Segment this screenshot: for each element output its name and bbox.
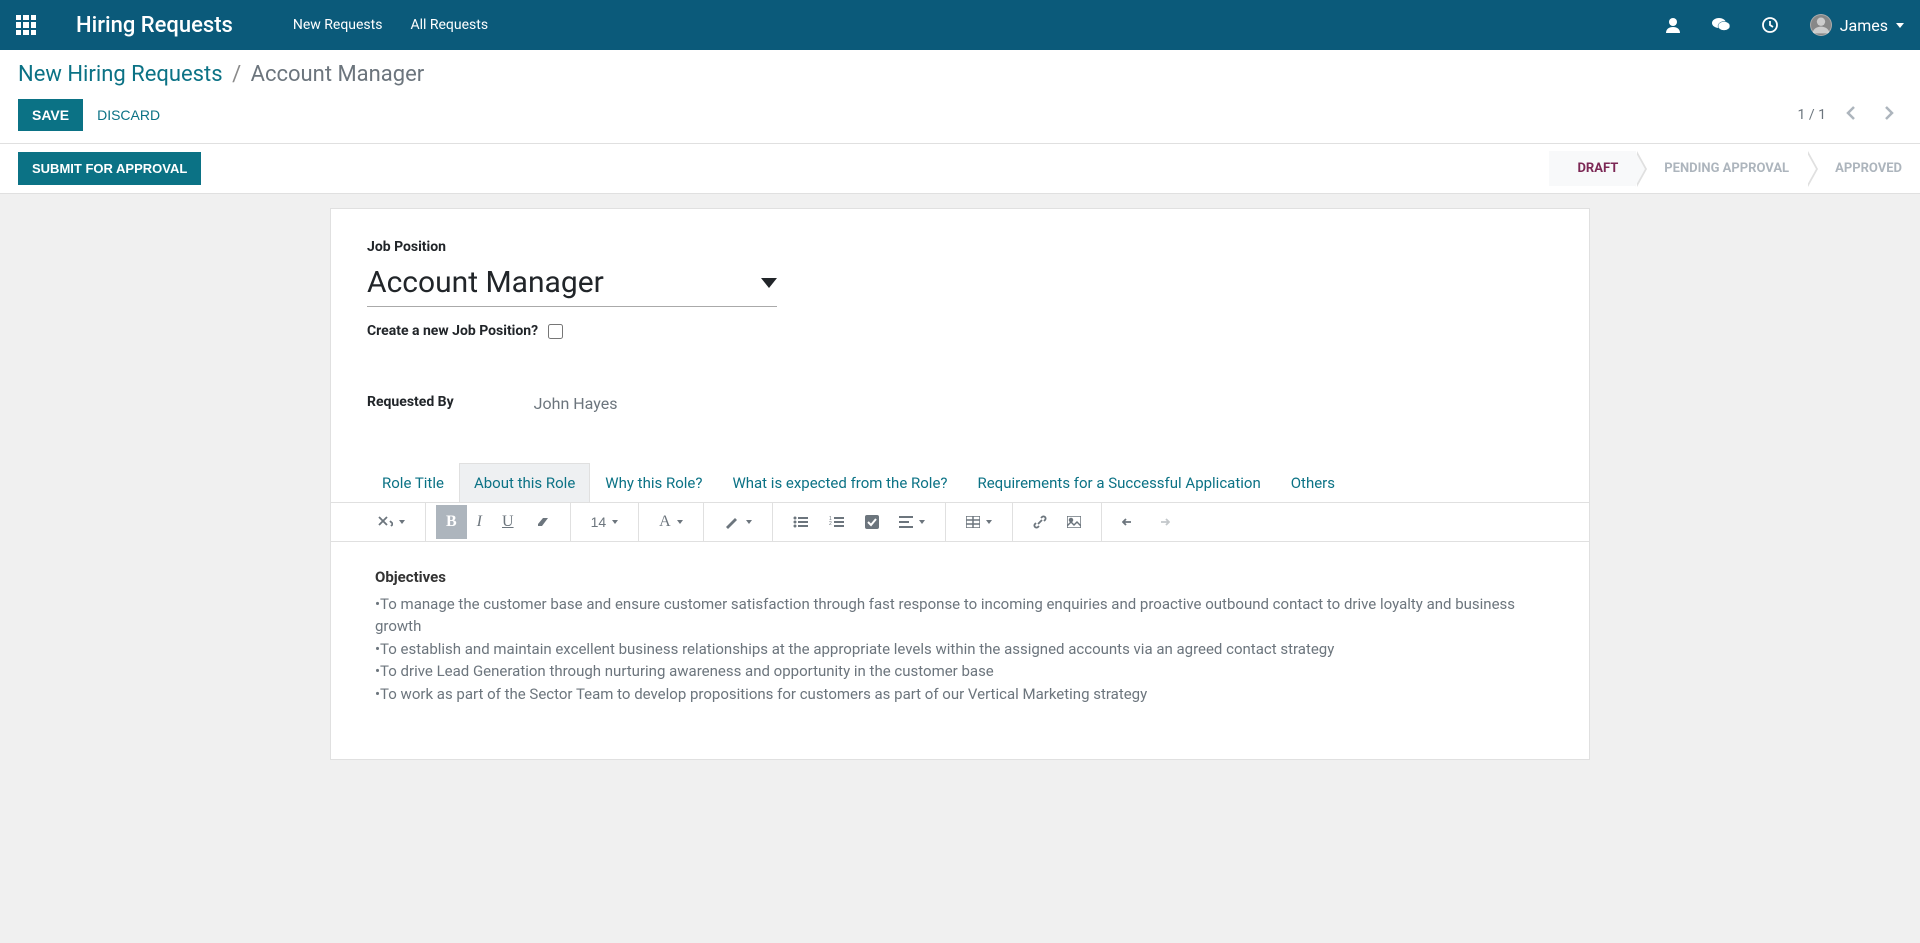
breadcrumb-parent[interactable]: New Hiring Requests — [18, 62, 223, 87]
breadcrumb-separator: / — [228, 62, 245, 87]
align-button[interactable] — [889, 508, 935, 536]
editor-line: •To work as part of the Sector Team to d… — [375, 683, 1545, 706]
save-button[interactable]: SAVE — [18, 99, 83, 131]
create-new-label: Create a new Job Position? — [367, 323, 538, 339]
ordered-list-button[interactable]: 12 — [819, 507, 855, 537]
nav-link-all-requests[interactable]: All Requests — [410, 17, 488, 33]
checklist-button[interactable] — [855, 507, 889, 537]
status-left: SUBMIT FOR APPROVAL — [0, 144, 219, 193]
pager-count: 1 / 1 — [1798, 107, 1826, 123]
form-sheet: Job Position Account Manager Create a ne… — [330, 208, 1590, 760]
undo-button[interactable] — [1112, 507, 1146, 537]
chevron-down-icon — [677, 520, 683, 524]
unordered-list-button[interactable] — [783, 507, 819, 537]
create-new-row: Create a new Job Position? — [367, 323, 1553, 339]
navbar-left: Hiring Requests New Requests All Request… — [16, 13, 488, 38]
apps-icon[interactable] — [16, 15, 36, 35]
highlight-button[interactable] — [714, 507, 762, 537]
chevron-down-icon — [399, 520, 405, 524]
editor-heading: Objectives — [375, 566, 1545, 589]
table-button[interactable] — [956, 508, 1002, 536]
pager-next[interactable] — [1876, 101, 1902, 130]
navbar: Hiring Requests New Requests All Request… — [0, 0, 1920, 50]
breadcrumb-current: Account Manager — [251, 62, 425, 87]
link-button[interactable] — [1023, 507, 1057, 537]
style-button[interactable] — [367, 507, 415, 537]
discard-button[interactable]: DISCARD — [83, 99, 174, 131]
create-new-checkbox[interactable] — [548, 324, 563, 339]
editor-line: •To establish and maintain excellent bus… — [375, 638, 1545, 661]
chevron-down-icon — [746, 520, 752, 524]
activity-icon[interactable] — [1762, 17, 1778, 33]
tab-role-title[interactable]: Role Title — [367, 463, 459, 502]
chevron-down-icon — [919, 520, 925, 524]
chat-icon[interactable] — [1712, 17, 1730, 33]
pager: 1 / 1 — [1798, 101, 1902, 130]
tab-requirements[interactable]: Requirements for a Successful Applicatio… — [962, 463, 1275, 502]
content-area: New Hiring Requests / Account Manager SA… — [0, 50, 1920, 800]
user-icon[interactable] — [1666, 17, 1680, 33]
breadcrumb: New Hiring Requests / Account Manager — [18, 62, 1902, 87]
form-sheet-wrap: Job Position Account Manager Create a ne… — [0, 194, 1920, 800]
actions-row: SAVE DISCARD 1 / 1 — [0, 95, 1920, 144]
underline-button[interactable]: U — [492, 505, 524, 539]
navbar-right: James — [1666, 14, 1904, 36]
status-steps: DRAFT PENDING APPROVAL APPROVED — [1549, 151, 1920, 186]
redo-button[interactable] — [1146, 507, 1180, 537]
eraser-button[interactable] — [524, 508, 560, 536]
editor-toolbar: B I U 14 A — [331, 502, 1589, 542]
font-size-value: 14 — [591, 514, 607, 530]
pager-prev[interactable] — [1838, 101, 1864, 130]
editor-content[interactable]: Objectives •To manage the customer base … — [367, 542, 1553, 729]
job-position-label: Job Position — [367, 239, 1553, 255]
image-button[interactable] — [1057, 508, 1091, 536]
tab-others[interactable]: Others — [1276, 463, 1350, 502]
avatar — [1810, 14, 1832, 36]
user-name: James — [1840, 16, 1888, 35]
nav-links: New Requests All Requests — [293, 17, 488, 33]
status-step-pending[interactable]: PENDING APPROVAL — [1636, 151, 1807, 186]
job-position-select[interactable]: Account Manager — [367, 259, 777, 307]
bold-button[interactable]: B — [436, 505, 467, 539]
status-row: SUBMIT FOR APPROVAL DRAFT PENDING APPROV… — [0, 144, 1920, 194]
requested-by-row: Requested By John Hayes — [367, 394, 1553, 413]
tabs: Role Title About this Role Why this Role… — [367, 463, 1553, 502]
editor-line: •To manage the customer base and ensure … — [375, 593, 1545, 638]
font-color-button[interactable]: A — [649, 505, 693, 539]
status-step-draft[interactable]: DRAFT — [1549, 151, 1636, 186]
tab-what-expected[interactable]: What is expected from the Role? — [717, 463, 962, 502]
chevron-down-icon — [986, 520, 992, 524]
tab-why-this-role[interactable]: Why this Role? — [590, 463, 717, 502]
requested-by-value: John Hayes — [534, 394, 618, 413]
tab-about-this-role[interactable]: About this Role — [459, 463, 590, 502]
chevron-down-icon — [1896, 23, 1904, 28]
submit-for-approval-button[interactable]: SUBMIT FOR APPROVAL — [18, 152, 201, 185]
chevron-down-icon — [761, 278, 777, 288]
status-step-approved[interactable]: APPROVED — [1807, 151, 1920, 186]
svg-text:2: 2 — [829, 521, 832, 527]
breadcrumb-row: New Hiring Requests / Account Manager — [0, 50, 1920, 95]
brand-title[interactable]: Hiring Requests — [76, 13, 233, 38]
italic-button[interactable]: I — [467, 505, 492, 539]
user-menu[interactable]: James — [1810, 14, 1904, 36]
job-position-value: Account Manager — [367, 265, 604, 300]
editor-line: •To drive Lead Generation through nurtur… — [375, 660, 1545, 683]
chevron-down-icon — [612, 520, 618, 524]
nav-link-new-requests[interactable]: New Requests — [293, 17, 383, 33]
requested-by-label: Requested By — [367, 394, 454, 413]
font-size-button[interactable]: 14 — [581, 506, 629, 538]
